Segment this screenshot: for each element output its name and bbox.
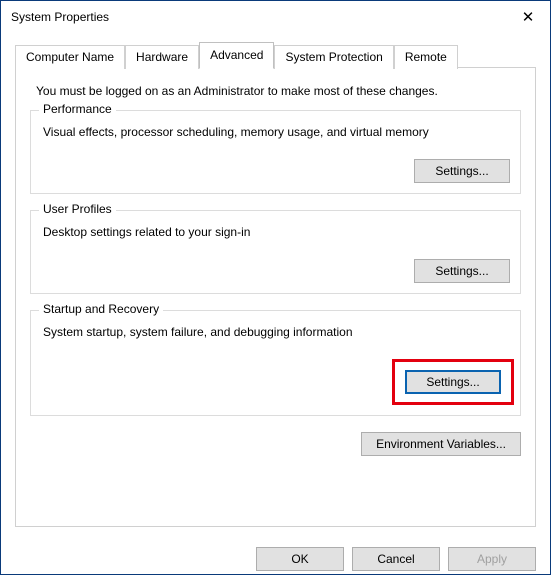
tab-advanced[interactable]: Advanced	[199, 42, 274, 69]
group-performance-legend: Performance	[39, 102, 116, 116]
tab-system-protection[interactable]: System Protection	[274, 45, 393, 69]
tab-computer-name[interactable]: Computer Name	[15, 45, 125, 69]
tab-panel-advanced: You must be logged on as an Administrato…	[15, 67, 536, 527]
highlight-box: Settings...	[392, 359, 514, 405]
group-performance-buttons: Settings...	[41, 159, 510, 183]
group-user-profiles-legend: User Profiles	[39, 202, 116, 216]
tabstrip: Computer Name Hardware Advanced System P…	[15, 43, 536, 68]
environment-variables-button[interactable]: Environment Variables...	[361, 432, 521, 456]
group-startup-recovery-legend: Startup and Recovery	[39, 302, 163, 316]
user-profiles-settings-button[interactable]: Settings...	[414, 259, 510, 283]
cancel-button[interactable]: Cancel	[352, 547, 440, 571]
group-startup-recovery-buttons: Settings...	[41, 359, 510, 405]
tab-remote[interactable]: Remote	[394, 45, 458, 69]
group-performance: Performance Visual effects, processor sc…	[30, 110, 521, 194]
titlebar: System Properties ✕	[1, 1, 550, 33]
dialog-buttons: OK Cancel Apply	[1, 537, 550, 585]
window-title: System Properties	[11, 10, 109, 24]
close-icon: ✕	[522, 8, 535, 26]
group-user-profiles-buttons: Settings...	[41, 259, 510, 283]
group-startup-recovery-desc: System startup, system failure, and debu…	[43, 325, 510, 339]
group-performance-desc: Visual effects, processor scheduling, me…	[43, 125, 510, 139]
group-user-profiles: User Profiles Desktop settings related t…	[30, 210, 521, 294]
dialog-content: Computer Name Hardware Advanced System P…	[1, 33, 550, 537]
tab-hardware[interactable]: Hardware	[125, 45, 199, 69]
performance-settings-button[interactable]: Settings...	[414, 159, 510, 183]
close-button[interactable]: ✕	[506, 1, 550, 33]
env-vars-row: Environment Variables...	[30, 432, 521, 456]
group-user-profiles-desc: Desktop settings related to your sign-in	[43, 225, 510, 239]
apply-button[interactable]: Apply	[448, 547, 536, 571]
startup-recovery-settings-button[interactable]: Settings...	[405, 370, 501, 394]
ok-button[interactable]: OK	[256, 547, 344, 571]
group-startup-recovery: Startup and Recovery System startup, sys…	[30, 310, 521, 416]
intro-text: You must be logged on as an Administrato…	[36, 84, 521, 98]
